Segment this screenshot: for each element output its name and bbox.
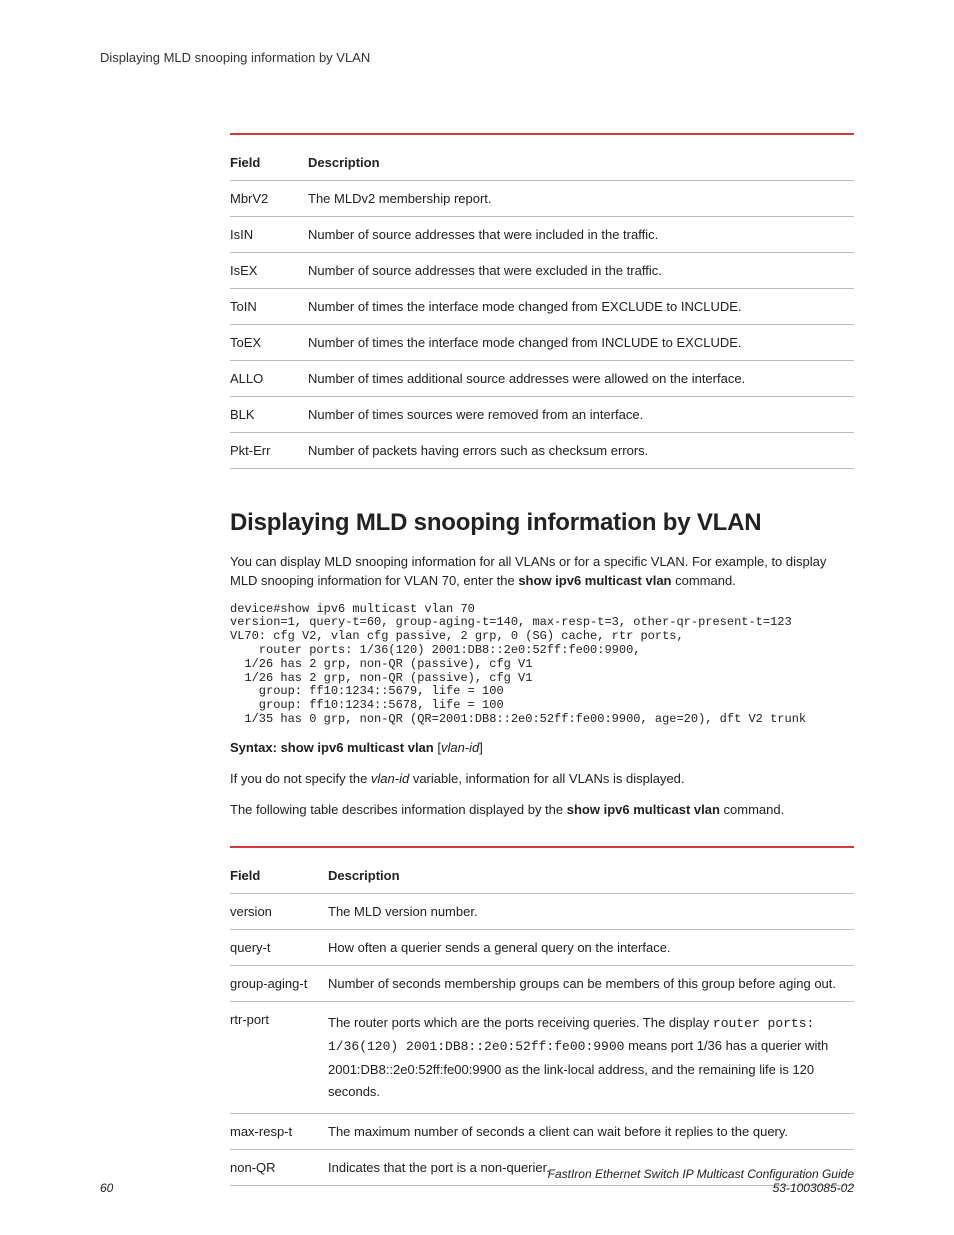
cell-desc: Number of seconds membership groups can … bbox=[328, 966, 854, 1002]
text: variable, information for all VLANs is d… bbox=[409, 771, 684, 786]
cell-field: ToIN bbox=[230, 289, 308, 325]
syntax-variable: vlan-id bbox=[441, 740, 479, 755]
field-description-table-1: Field Description MbrV2The MLDv2 members… bbox=[230, 145, 854, 469]
field-description-table-2: Field Description versionThe MLD version… bbox=[230, 858, 854, 1185]
body-paragraph: If you do not specify the vlan-id variab… bbox=[230, 770, 854, 789]
doc-number: 53-1003085-02 bbox=[548, 1181, 854, 1195]
variable: vlan-id bbox=[371, 771, 409, 786]
cell-desc: Number of source addresses that were exc… bbox=[308, 253, 854, 289]
table-row: ToEXNumber of times the interface mode c… bbox=[230, 325, 854, 361]
syntax-line: Syntax: show ipv6 multicast vlan [vlan-i… bbox=[230, 739, 854, 758]
cell-desc: The router ports which are the ports rec… bbox=[328, 1002, 854, 1113]
th-field: Field bbox=[230, 858, 328, 894]
text: command. bbox=[671, 573, 735, 588]
doc-title: FastIron Ethernet Switch IP Multicast Co… bbox=[548, 1167, 854, 1181]
section-heading: Displaying MLD snooping information by V… bbox=[230, 509, 854, 537]
cell-field: BLK bbox=[230, 397, 308, 433]
cell-desc: The maximum number of seconds a client c… bbox=[328, 1113, 854, 1149]
page-footer: 60 FastIron Ethernet Switch IP Multicast… bbox=[100, 1167, 854, 1195]
th-field: Field bbox=[230, 145, 308, 181]
cell-field: group-aging-t bbox=[230, 966, 328, 1002]
cell-desc: Number of packets having errors such as … bbox=[308, 433, 854, 469]
table-row: BLKNumber of times sources were removed … bbox=[230, 397, 854, 433]
cell-desc: The MLDv2 membership report. bbox=[308, 181, 854, 217]
cell-field: query-t bbox=[230, 930, 328, 966]
table-row: ALLONumber of times additional source ad… bbox=[230, 361, 854, 397]
text: The router ports which are the ports rec… bbox=[328, 1015, 713, 1030]
cell-field: ToEX bbox=[230, 325, 308, 361]
table-row: IsEXNumber of source addresses that were… bbox=[230, 253, 854, 289]
cell-desc: Number of source addresses that were inc… bbox=[308, 217, 854, 253]
table-row: query-tHow often a querier sends a gener… bbox=[230, 930, 854, 966]
cell-field: Pkt-Err bbox=[230, 433, 308, 469]
text: If you do not specify the bbox=[230, 771, 371, 786]
content-column: Field Description MbrV2The MLDv2 members… bbox=[230, 133, 854, 1186]
table-row: Pkt-ErrNumber of packets having errors s… bbox=[230, 433, 854, 469]
syntax-label: Syntax: show ipv6 multicast vlan bbox=[230, 740, 437, 755]
table1-top-rule bbox=[230, 133, 854, 135]
body-paragraph: The following table describes informatio… bbox=[230, 801, 854, 820]
code-block: device#show ipv6 multicast vlan 70 versi… bbox=[230, 603, 854, 727]
cell-field: rtr-port bbox=[230, 1002, 328, 1113]
cell-field: version bbox=[230, 894, 328, 930]
page: Displaying MLD snooping information by V… bbox=[0, 0, 954, 1235]
table-row: group-aging-tNumber of seconds membershi… bbox=[230, 966, 854, 1002]
cell-desc: Number of times sources were removed fro… bbox=[308, 397, 854, 433]
bracket: ] bbox=[479, 740, 483, 755]
table-row: MbrV2The MLDv2 membership report. bbox=[230, 181, 854, 217]
table-row: ToINNumber of times the interface mode c… bbox=[230, 289, 854, 325]
table-row: versionThe MLD version number. bbox=[230, 894, 854, 930]
cell-field: ALLO bbox=[230, 361, 308, 397]
cell-field: MbrV2 bbox=[230, 181, 308, 217]
cell-desc: Number of times additional source addres… bbox=[308, 361, 854, 397]
command-name: show ipv6 multicast vlan bbox=[567, 802, 720, 817]
text: The following table describes informatio… bbox=[230, 802, 567, 817]
table-row: rtr-port The router ports which are the … bbox=[230, 1002, 854, 1113]
table-row: max-resp-tThe maximum number of seconds … bbox=[230, 1113, 854, 1149]
command-name: show ipv6 multicast vlan bbox=[518, 573, 671, 588]
table2-top-rule bbox=[230, 846, 854, 848]
running-header: Displaying MLD snooping information by V… bbox=[100, 50, 854, 65]
text: command. bbox=[720, 802, 784, 817]
table-row: IsINNumber of source addresses that were… bbox=[230, 217, 854, 253]
th-description: Description bbox=[308, 145, 854, 181]
page-number: 60 bbox=[100, 1181, 113, 1195]
cell-field: max-resp-t bbox=[230, 1113, 328, 1149]
footer-doc-info: FastIron Ethernet Switch IP Multicast Co… bbox=[548, 1167, 854, 1195]
cell-field: IsIN bbox=[230, 217, 308, 253]
intro-paragraph: You can display MLD snooping information… bbox=[230, 553, 854, 591]
cell-desc: Number of times the interface mode chang… bbox=[308, 289, 854, 325]
cell-desc: How often a querier sends a general quer… bbox=[328, 930, 854, 966]
th-description: Description bbox=[328, 858, 854, 894]
cell-desc: The MLD version number. bbox=[328, 894, 854, 930]
cell-desc: Number of times the interface mode chang… bbox=[308, 325, 854, 361]
cell-field: IsEX bbox=[230, 253, 308, 289]
